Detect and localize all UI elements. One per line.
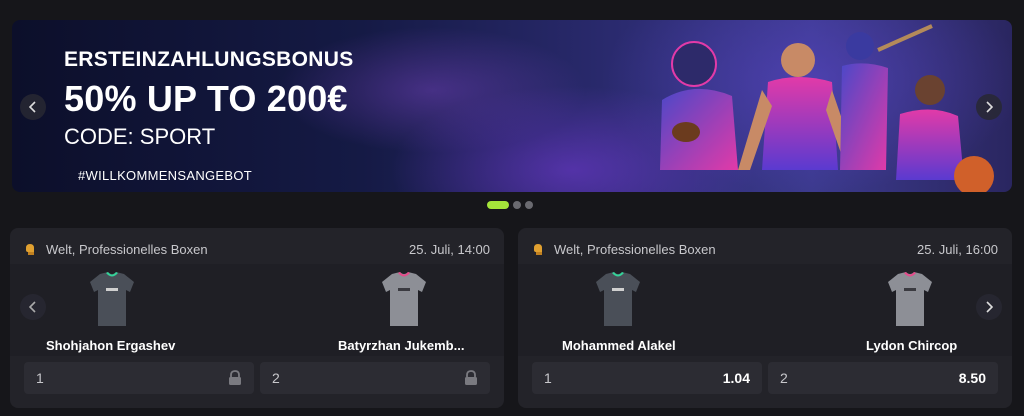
odd-label: 2 — [272, 370, 280, 386]
boxing-gloves-icon — [534, 244, 542, 255]
banner-next-button[interactable] — [976, 94, 1002, 120]
match-time: 25. Juli, 16:00 — [917, 241, 998, 257]
odd-home-button[interactable]: 1 1.04 — [532, 362, 762, 394]
odd-label: 1 — [36, 370, 44, 386]
match-card[interactable]: Welt, Professionelles Boxen 25. Juli, 16… — [518, 228, 1012, 408]
chevron-right-icon — [986, 101, 993, 113]
banner-text: ERSTEINZAHLUNGSBONUS 50% UP TO 200€ CODE… — [64, 48, 354, 183]
league-name: Welt, Professionelles Boxen — [554, 241, 716, 257]
odds-row: 1 1.04 2 8.50 — [532, 362, 998, 394]
odd-label: 1 — [544, 370, 552, 386]
boxing-gloves-icon — [26, 244, 34, 255]
matches-prev-button[interactable] — [20, 294, 46, 320]
match-card[interactable]: Welt, Professionelles Boxen 25. Juli, 14… — [10, 228, 504, 408]
carousel-dots — [487, 201, 533, 209]
carousel-dot-1[interactable] — [487, 201, 509, 209]
chevron-left-icon — [29, 301, 36, 313]
match-header: Welt, Professionelles Boxen 25. Juli, 16… — [532, 240, 998, 258]
match-header: Welt, Professionelles Boxen 25. Juli, 14… — [24, 240, 490, 258]
odds-row: 1 2 — [24, 362, 490, 394]
away-jersey-icon — [888, 272, 932, 326]
banner-prev-button[interactable] — [20, 94, 46, 120]
lock-icon — [229, 370, 241, 385]
match-teams: Shohjahon Ergashev Batyrzhan Jukemb... — [10, 264, 504, 356]
away-team-name: Batyrzhan Jukemb... — [338, 338, 465, 353]
promo-banner[interactable]: ERSTEINZAHLUNGSBONUS 50% UP TO 200€ CODE… — [12, 20, 1012, 192]
banner-amount: 50% UP TO 200€ — [64, 78, 348, 119]
athletes-illustration — [660, 24, 994, 192]
odd-away-button[interactable]: 2 8.50 — [768, 362, 998, 394]
away-jersey-icon — [382, 272, 426, 326]
home-jersey-icon — [90, 272, 134, 326]
odd-away-button[interactable]: 2 — [260, 362, 490, 394]
odd-label: 2 — [780, 370, 788, 386]
home-team-name: Mohammed Alakel — [562, 338, 676, 353]
banner-title: ERSTEINZAHLUNGSBONUS — [64, 48, 354, 71]
lock-icon — [465, 370, 477, 385]
carousel-dot-3[interactable] — [525, 201, 533, 209]
away-team-name: Lydon Chircop — [866, 338, 958, 353]
banner-code: CODE: SPORT — [64, 124, 216, 149]
odd-home-button[interactable]: 1 — [24, 362, 254, 394]
league-name: Welt, Professionelles Boxen — [46, 241, 208, 257]
carousel-dot-2[interactable] — [513, 201, 521, 209]
match-teams: Mohammed Alakel Lydon Chircop — [518, 264, 1012, 356]
odd-value: 8.50 — [958, 370, 986, 386]
matches-next-button[interactable] — [976, 294, 1002, 320]
chevron-left-icon — [29, 101, 36, 113]
match-time: 25. Juli, 14:00 — [409, 241, 490, 257]
chevron-right-icon — [986, 301, 993, 313]
home-team-name: Shohjahon Ergashev — [46, 338, 176, 353]
odd-value: 1.04 — [722, 370, 750, 386]
home-jersey-icon — [596, 272, 640, 326]
banner-tag: #WILLKOMMENSANGEBOT — [78, 168, 253, 183]
